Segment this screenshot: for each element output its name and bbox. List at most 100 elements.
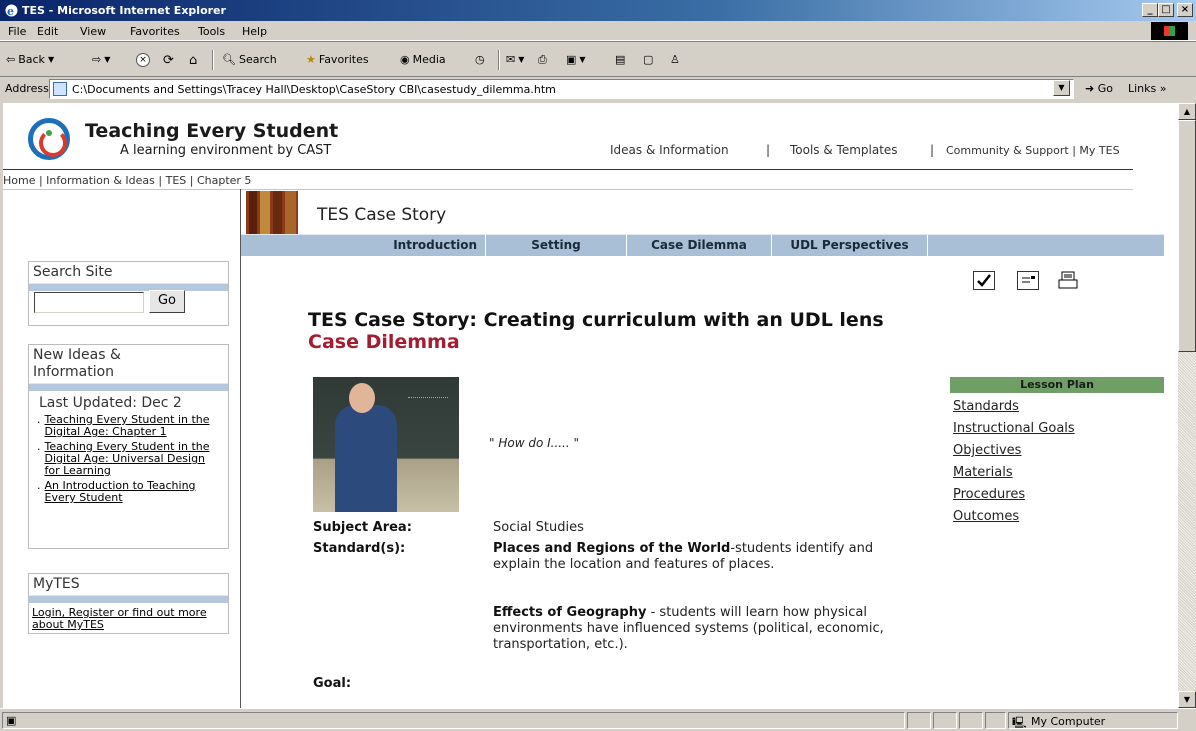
- favorites-label: Favorites: [318, 53, 369, 66]
- security-zone-cell: 🖳︎ My Computer: [1008, 712, 1178, 729]
- search-button[interactable]: 🔍︎ Search: [222, 53, 277, 66]
- stop-button[interactable]: ×: [136, 53, 150, 67]
- news-link[interactable]: Teaching Every Student in the Digital Ag…: [45, 441, 224, 477]
- security-zone: My Computer: [1031, 715, 1106, 728]
- lesson-link-objectives[interactable]: Objectives: [953, 443, 1164, 459]
- breadcrumb-divider: [3, 189, 1133, 190]
- subject-area-label: Subject Area:: [313, 520, 412, 535]
- status-cell-main: ▣: [2, 712, 905, 729]
- search-label: Search: [238, 53, 277, 66]
- lesson-link-instructional-goals[interactable]: Instructional Goals: [953, 421, 1164, 437]
- standards-label: Standard(s):: [313, 541, 406, 556]
- search-site-title: Search Site: [33, 264, 113, 280]
- windows-logo-icon: [1151, 22, 1188, 40]
- edit-icon: ▣: [566, 53, 577, 66]
- tab-introduction[interactable]: Introduction: [241, 235, 486, 256]
- home-button[interactable]: ⌂: [189, 53, 197, 68]
- header-divider: [3, 169, 1133, 170]
- chevron-right-icon: »: [1159, 82, 1167, 95]
- back-button[interactable]: ⇦ Back ▼: [6, 53, 54, 66]
- links-button[interactable]: Links »: [1128, 82, 1167, 95]
- toolbar-separator: [498, 50, 500, 70]
- go-button[interactable]: ➜ Go: [1085, 82, 1113, 95]
- last-updated: Last Updated: Dec 2: [39, 395, 182, 411]
- research-button[interactable]: ▢: [643, 53, 653, 66]
- menu-file[interactable]: File: [8, 25, 26, 38]
- address-input[interactable]: C:\Documents and Settings\Tracey Hall\De…: [49, 79, 1074, 99]
- menu-help[interactable]: Help: [242, 25, 267, 38]
- logo-dot: [46, 130, 52, 136]
- maximize-button[interactable]: □: [1158, 3, 1174, 17]
- messenger-button[interactable]: ♙: [670, 53, 680, 66]
- nav-tools-templates[interactable]: Tools & Templates: [790, 143, 898, 157]
- vertical-scrollbar[interactable]: ▲ ▼: [1178, 103, 1196, 708]
- scroll-down-button[interactable]: ▼: [1178, 691, 1196, 708]
- standard-title: Places and Regions of the World: [493, 541, 731, 556]
- news-link[interactable]: Teaching Every Student in the Digital Ag…: [45, 414, 224, 438]
- forward-button[interactable]: ⇨ ▼: [92, 53, 110, 66]
- history-button[interactable]: ◷: [475, 53, 485, 66]
- search-site-box: Search Site Go: [28, 261, 229, 326]
- address-dropdown-button[interactable]: ▼: [1053, 80, 1070, 96]
- toolbar-separator: [212, 50, 214, 70]
- lesson-link-procedures[interactable]: Procedures: [953, 487, 1164, 503]
- favorites-icon: ★: [306, 53, 316, 66]
- menu-tools[interactable]: Tools: [198, 25, 225, 38]
- cast-logo-icon[interactable]: [28, 118, 70, 160]
- menu-favorites[interactable]: Favorites: [130, 25, 180, 38]
- search-go-button[interactable]: Go: [149, 290, 185, 313]
- new-ideas-title: New Ideas & Information: [33, 347, 121, 380]
- back-arrow-icon: ⇦: [6, 53, 16, 66]
- nav-community-support[interactable]: Community & Support | My TES: [946, 144, 1120, 157]
- scroll-thumb[interactable]: [1178, 120, 1196, 352]
- status-cell: [959, 712, 983, 729]
- messenger-icon: ♙: [670, 53, 680, 66]
- search-icon: 🔍︎: [222, 53, 236, 66]
- close-button[interactable]: ×: [1177, 3, 1193, 17]
- menu-edit[interactable]: Edit: [37, 25, 58, 38]
- lesson-plan-panel: Lesson Plan Standards Instructional Goal…: [950, 377, 1164, 525]
- tab-udl-perspectives[interactable]: UDL Perspectives: [772, 235, 928, 256]
- search-input[interactable]: [34, 292, 144, 313]
- mytes-login-link[interactable]: Login, Register or find out more about M…: [29, 603, 228, 637]
- media-button[interactable]: ◉ Media: [400, 53, 446, 66]
- news-link[interactable]: An Introduction to Teaching Every Studen…: [45, 480, 224, 504]
- print-button[interactable]: ⎙: [538, 53, 547, 67]
- lesson-plan-heading: Lesson Plan: [950, 377, 1164, 393]
- site-title[interactable]: Teaching Every Student: [85, 120, 338, 142]
- favorites-button[interactable]: ★ Favorites: [306, 53, 369, 66]
- nav-ideas-information[interactable]: Ideas & Information: [610, 143, 729, 157]
- mail-button[interactable]: ✉ ▼: [506, 53, 524, 66]
- email-page-icon[interactable]: [1017, 271, 1039, 290]
- menu-view[interactable]: View: [80, 25, 106, 38]
- status-cell: [985, 712, 1006, 729]
- lesson-link-materials[interactable]: Materials: [953, 465, 1164, 481]
- minimize-button[interactable]: _: [1142, 3, 1158, 17]
- case-tabs: Introduction Setting Case Dilemma UDL Pe…: [241, 234, 1164, 256]
- case-subtitle: Case Dilemma: [308, 331, 460, 353]
- history-icon: ◷: [475, 53, 485, 66]
- breadcrumb[interactable]: Home | Information & Ideas | TES | Chapt…: [3, 174, 251, 187]
- forward-arrow-icon: ⇨: [92, 53, 102, 66]
- lesson-link-standards[interactable]: Standards: [953, 399, 1164, 415]
- tab-setting[interactable]: Setting: [486, 235, 627, 256]
- mail-icon: ✉: [506, 53, 516, 66]
- print-icon[interactable]: [1057, 271, 1079, 290]
- address-label: Address: [5, 82, 49, 95]
- discuss-icon: ▤: [615, 53, 626, 66]
- chevron-down-icon: ▼: [47, 55, 55, 64]
- refresh-button[interactable]: ⟳: [163, 53, 174, 68]
- media-icon: ◉: [400, 53, 410, 66]
- scroll-up-button[interactable]: ▲: [1178, 103, 1196, 120]
- status-cell: [907, 712, 931, 729]
- tab-case-dilemma[interactable]: Case Dilemma: [627, 235, 772, 256]
- status-bar: ▣ 🖳︎ My Computer: [0, 708, 1196, 731]
- edit-button[interactable]: ▣ ▼: [566, 53, 586, 66]
- svg-text:e: e: [7, 5, 14, 18]
- discuss-button[interactable]: ▤: [615, 53, 625, 66]
- lesson-link-outcomes[interactable]: Outcomes: [953, 509, 1164, 525]
- standard-effects-geography: Effects of Geography - students will lea…: [493, 605, 893, 653]
- page-icon: [53, 82, 67, 96]
- nav-separator: |: [930, 143, 935, 157]
- checkbox-icon[interactable]: [973, 271, 995, 290]
